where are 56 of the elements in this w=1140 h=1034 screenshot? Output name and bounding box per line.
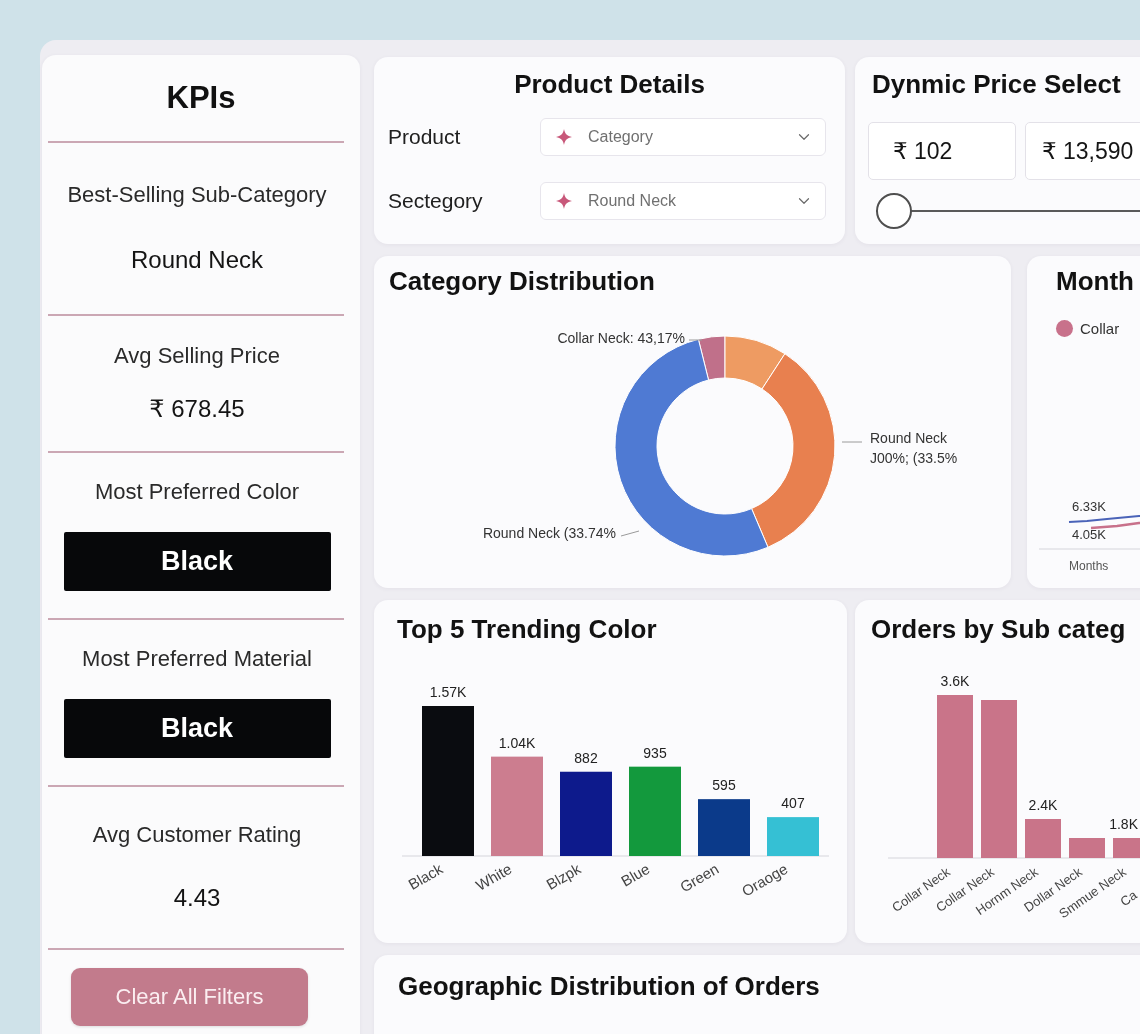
- slice-label: Round Neck J00%; (33.5%: [870, 430, 958, 466]
- value-label: 595: [712, 777, 736, 794]
- value-label: 1.04K: [498, 734, 536, 751]
- value-label: 407: [781, 795, 805, 812]
- kpi-value: Round Neck: [130, 246, 264, 275]
- panel-title: KPIs: [166, 80, 236, 116]
- dropdown-field[interactable]: Category: [540, 118, 826, 156]
- value-label: 935: [643, 744, 667, 761]
- filter-label: Product: [388, 125, 461, 149]
- card-title: Orders by Sub categ: [871, 614, 1126, 644]
- bar: [1113, 838, 1140, 858]
- value-label: 1.8K: [1109, 816, 1138, 832]
- dropdown-field[interactable]: Round Neck: [540, 182, 826, 220]
- category-label: Green: [676, 859, 722, 896]
- leader-line: [688, 339, 703, 341]
- card-title: Dynmic Price Select: [872, 69, 1121, 99]
- leader-line: [620, 530, 640, 537]
- category-label: Ca: [1117, 887, 1140, 910]
- card-title: Top 5 Trending Color: [397, 614, 657, 644]
- point-label: 4.05K: [1072, 527, 1106, 542]
- card-title: Category Distribution: [389, 266, 655, 296]
- clear-filters-button[interactable]: Clear All Filters: [71, 968, 308, 1026]
- kpi-value: ₹ 678.45: [149, 395, 245, 424]
- sparkle-icon: [556, 193, 572, 209]
- kpi-label: Avg Customer Rating: [92, 823, 302, 848]
- bar: [1025, 819, 1061, 858]
- slice-label: Collar Neck: 43,17%: [557, 330, 685, 346]
- category-label: Blue: [618, 859, 653, 890]
- sparkle-icon: [556, 129, 572, 145]
- kpi-value-block: Black: [63, 531, 331, 591]
- category-label: Blzpk: [543, 859, 584, 893]
- axis-label: Months: [1069, 559, 1109, 573]
- bar: [1069, 838, 1105, 858]
- leader-line: [841, 441, 863, 443]
- slider-thumb[interactable]: [876, 193, 912, 229]
- value-label: 3.6K: [940, 673, 970, 689]
- value-label: 2.4K: [1028, 797, 1058, 813]
- kpi-label: Best-Selling Sub-Category: [67, 182, 327, 207]
- price-input[interactable]: ₹ 13,590: [1025, 122, 1140, 180]
- value-label: 1.57K: [429, 684, 467, 700]
- legend-label: Collar: [1080, 319, 1120, 337]
- category-label: White: [472, 859, 515, 894]
- slice-label: Round Neck (33.74%: [482, 525, 616, 541]
- kpi-label: Avg Selling Price: [114, 343, 280, 368]
- kpi-value-block: Black: [63, 698, 331, 758]
- point-label: 6.33K: [1072, 499, 1106, 514]
- kpi-label: Most Preferred Color: [94, 480, 300, 505]
- price-input[interactable]: ₹ 102: [868, 122, 1016, 180]
- value-label: 882: [574, 749, 598, 766]
- kpi-value: 4.43: [173, 883, 221, 912]
- kpi-label: Most Preferred Material: [82, 647, 312, 672]
- card-title: Product Details: [514, 69, 705, 99]
- category-label: Black: [405, 859, 446, 893]
- card-title: Month: [1056, 266, 1134, 296]
- filter-label: Sectegory: [388, 189, 483, 213]
- card-title: Geographic Distribution of Orders: [398, 971, 820, 1001]
